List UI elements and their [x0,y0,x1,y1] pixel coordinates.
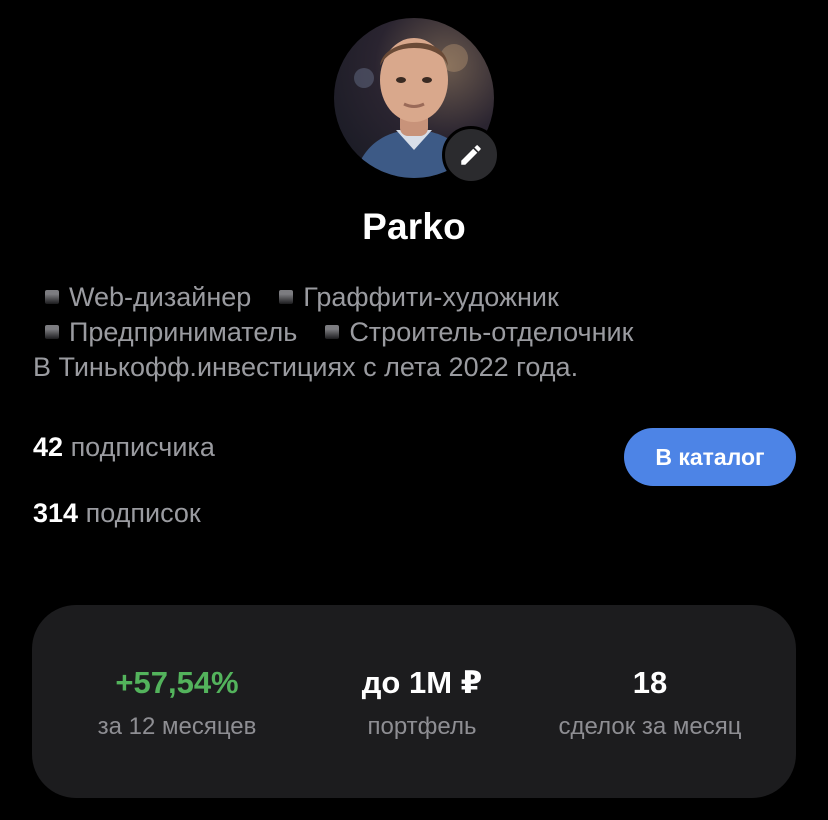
metric-return-value: +57,54% [115,665,239,700]
bio-tag: Web-дизайнер [33,280,251,315]
followers-stat[interactable]: 42 подписчика [33,432,215,463]
bio-tag-label: Предприниматель [69,317,298,347]
bio-tags-line-1: Web-дизайнер Граффити-художник [33,280,803,315]
following-stat[interactable]: 314 подписок [33,498,201,529]
tag-square-icon [325,325,340,339]
metric-return-label: за 12 месяцев [97,713,257,740]
bio-tag-label: Web-дизайнер [69,282,252,312]
metrics-card: +57,54% за 12 месяцев до 1М ₽ портфель 1… [32,605,796,798]
tag-square-icon [45,290,59,304]
bio-tags-line-2: Предприниматель Строитель-отделочник [33,315,803,350]
followers-count: 42 [33,432,64,462]
edit-avatar-button[interactable] [442,126,500,184]
profile-username: Parko [362,206,466,247]
metric-portfolio-value: до 1М ₽ [361,665,483,700]
bio-text: В Тинькофф.инвестициях с лета 2022 года. [33,352,579,382]
metric-portfolio: до 1М ₽ портфель [332,665,512,741]
profile-bio: Web-дизайнер Граффити-художник Предприним… [33,280,803,385]
metric-deals-label: сделок за месяц [558,713,742,740]
pencil-icon [461,145,481,165]
bio-tag: Граффити-художник [269,280,559,315]
tag-square-icon [279,290,294,304]
tag-square-icon [45,325,59,339]
catalog-button[interactable]: В каталог [624,428,796,486]
following-count: 314 [33,498,79,528]
bio-tag-label: Граффити-художник [303,282,559,312]
bio-tag: Предприниматель [33,315,297,350]
bio-tag-label: Строитель-отделочник [349,317,634,347]
metric-deals: 18 сделок за месяц [540,665,760,741]
metric-return: +57,54% за 12 месяцев [72,665,282,741]
avatar-container [334,18,500,184]
followers-label: подписчика [70,432,215,462]
following-label: подписок [85,498,201,528]
bio-tag: Строитель-отделочник [315,315,633,350]
metric-deals-value: 18 [632,665,668,700]
metric-portfolio-label: портфель [367,713,477,740]
